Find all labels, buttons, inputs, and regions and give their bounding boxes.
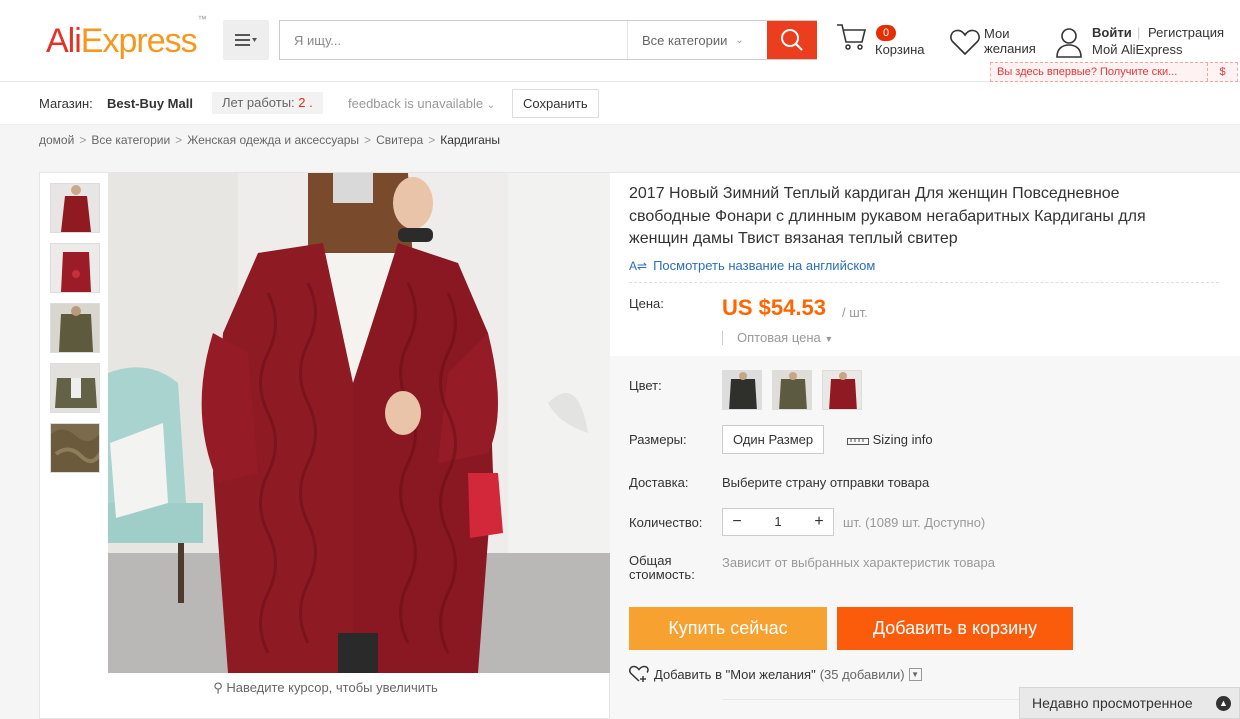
gallery-thumbnail[interactable] <box>50 243 100 293</box>
quantity-stepper: − 1 + <box>722 508 834 536</box>
user-icon <box>1056 28 1082 58</box>
aliexpress-logo[interactable]: AliExpress™ <box>46 14 207 61</box>
search-button[interactable] <box>767 21 817 59</box>
product-gallery: ⚲ Наведите курсор, чтобы увеличить <box>39 172 610 719</box>
quantity-available: шт. (1089 шт. Доступно) <box>843 515 986 530</box>
color-swatch-black[interactable] <box>722 370 762 410</box>
ruler-icon <box>847 437 869 445</box>
gallery-thumbnail[interactable] <box>50 363 100 413</box>
store-feedback-dropdown[interactable]: feedback is unavailable ⌄ <box>348 96 495 111</box>
coupon-icon: $ <box>1207 63 1237 81</box>
price-label: Цена: <box>629 296 664 311</box>
wishlist-label: Мои желания <box>984 26 1036 56</box>
chevron-down-icon: ⌄ <box>735 34 744 46</box>
quantity-label: Количество: <box>629 515 703 530</box>
cart-icon <box>837 24 867 50</box>
new-user-promo-banner[interactable]: Вы здесь впервые? Получите ски... $ <box>990 62 1238 82</box>
swatch-image <box>773 371 811 409</box>
product-price: US $54.53 <box>722 295 826 320</box>
breadcrumb-sweaters[interactable]: Свитера <box>376 133 423 147</box>
magnifier-icon: ⚲ <box>213 680 223 695</box>
cardigan-photo <box>108 173 610 673</box>
size-label: Размеры: <box>629 432 687 447</box>
breadcrumb-bar: домой > Все категории > Женская одежда и акс… <box>0 125 1240 155</box>
zoom-hint: ⚲ Наведите курсор, чтобы увеличить <box>213 680 438 695</box>
cart-label: Корзина <box>875 42 925 57</box>
translate-icon: A⇌ <box>629 259 648 273</box>
product-thumbnail-image <box>51 364 99 412</box>
store-bar: Магазин: Best-Buy Mall Лет работы: 2 . f… <box>0 83 1240 125</box>
my-aliexpress-link[interactable]: Мой AliExpress <box>1092 42 1183 57</box>
account-area: Войти | Регистрация Мой AliExpress <box>1055 25 1224 61</box>
wishlist-link[interactable]: Мои желания <box>950 26 1036 59</box>
add-to-cart-button[interactable]: Добавить в корзину <box>837 607 1073 650</box>
breadcrumb-womens-clothing[interactable]: Женская одежда и аксессуары <box>187 133 359 147</box>
breadcrumb: домой > Все категории > Женская одежда и акс… <box>39 133 501 147</box>
chevron-down-icon: ⌄ <box>486 100 496 111</box>
site-header: AliExpress™ Все категории ⌄ 0 Корзи <box>0 0 1240 82</box>
gallery-thumbnail[interactable] <box>50 423 100 473</box>
gallery-thumbnail[interactable] <box>50 303 100 353</box>
add-to-wishlist[interactable]: Добавить в "Мои желания" (35 добавили) ▼ <box>629 665 922 683</box>
color-swatch-khaki[interactable] <box>772 370 812 410</box>
chevron-up-icon: ▲ <box>1216 696 1231 711</box>
gallery-thumbnail[interactable] <box>50 183 100 233</box>
breadcrumb-home[interactable]: домой <box>39 133 74 147</box>
swatch-image <box>823 371 861 409</box>
shipping-label: Доставка: <box>629 475 689 490</box>
shipping-country-select[interactable]: Выберите страну отправки товара <box>722 475 929 490</box>
total-price-value: Зависит от выбранных характеристик товар… <box>722 555 995 570</box>
size-option-one-size[interactable]: Один Размер <box>722 425 825 454</box>
color-label: Цвет: <box>629 378 662 393</box>
search-input[interactable] <box>280 21 627 59</box>
product-thumbnail-image <box>51 184 99 232</box>
divider: | <box>1137 25 1141 40</box>
wishlist-count: (35 добавили) <box>819 666 905 682</box>
store-years-badge: Лет работы: 2 . <box>212 92 323 114</box>
wholesale-price-dropdown[interactable]: Оптовая цена ▼ <box>722 331 833 345</box>
divider <box>629 282 1219 283</box>
heart-plus-icon <box>629 665 649 682</box>
cart-link[interactable]: 0 Корзина <box>836 22 925 57</box>
product-thumbnail-image <box>51 244 99 292</box>
color-swatch-red[interactable] <box>822 370 862 410</box>
price-unit: / шт. <box>842 305 868 320</box>
breadcrumb-all-categories[interactable]: Все категории <box>91 133 170 147</box>
quantity-input[interactable]: 1 <box>751 509 805 535</box>
category-menu-button[interactable] <box>223 20 269 60</box>
hamburger-icon <box>235 34 257 46</box>
caret-down-icon: ▼ <box>824 334 834 344</box>
minus-icon[interactable]: − <box>723 509 751 535</box>
sizing-info-link[interactable]: Sizing info <box>847 432 933 447</box>
save-store-button[interactable]: Сохранить <box>512 89 599 118</box>
recently-viewed-panel[interactable]: Недавно просмотренное ▲ <box>1019 687 1240 719</box>
cart-count-badge: 0 <box>876 25 896 41</box>
breadcrumb-cardigans[interactable]: Кардиганы <box>440 133 500 147</box>
product-title: 2017 Новый Зимний Теплый кардиган Для же… <box>629 185 1146 247</box>
product-details: 2017 Новый Зимний Теплый кардиган Для же… <box>610 172 1240 719</box>
search-icon <box>781 29 803 51</box>
search-category-select[interactable]: Все категории ⌄ <box>627 21 767 59</box>
product-thumbnail-image <box>51 424 99 472</box>
product-thumbnail-image <box>51 304 99 352</box>
product-main-image[interactable] <box>108 173 610 673</box>
swatch-image <box>723 371 761 409</box>
store-label: Магазин: <box>39 96 93 111</box>
translate-title-link[interactable]: A⇌ Посмотреть название на английском <box>629 258 875 273</box>
total-price-label: Общая стоимость: <box>629 553 695 582</box>
heart-icon <box>950 29 980 56</box>
register-link[interactable]: Регистрация <box>1148 25 1224 40</box>
login-link[interactable]: Войти <box>1092 25 1132 40</box>
plus-icon[interactable]: + <box>805 509 833 535</box>
store-name-link[interactable]: Best-Buy Mall <box>107 96 193 111</box>
buy-now-button[interactable]: Купить сейчас <box>629 607 827 650</box>
chevron-down-icon[interactable]: ▼ <box>908 667 922 681</box>
search-bar: Все категории ⌄ <box>279 20 817 60</box>
